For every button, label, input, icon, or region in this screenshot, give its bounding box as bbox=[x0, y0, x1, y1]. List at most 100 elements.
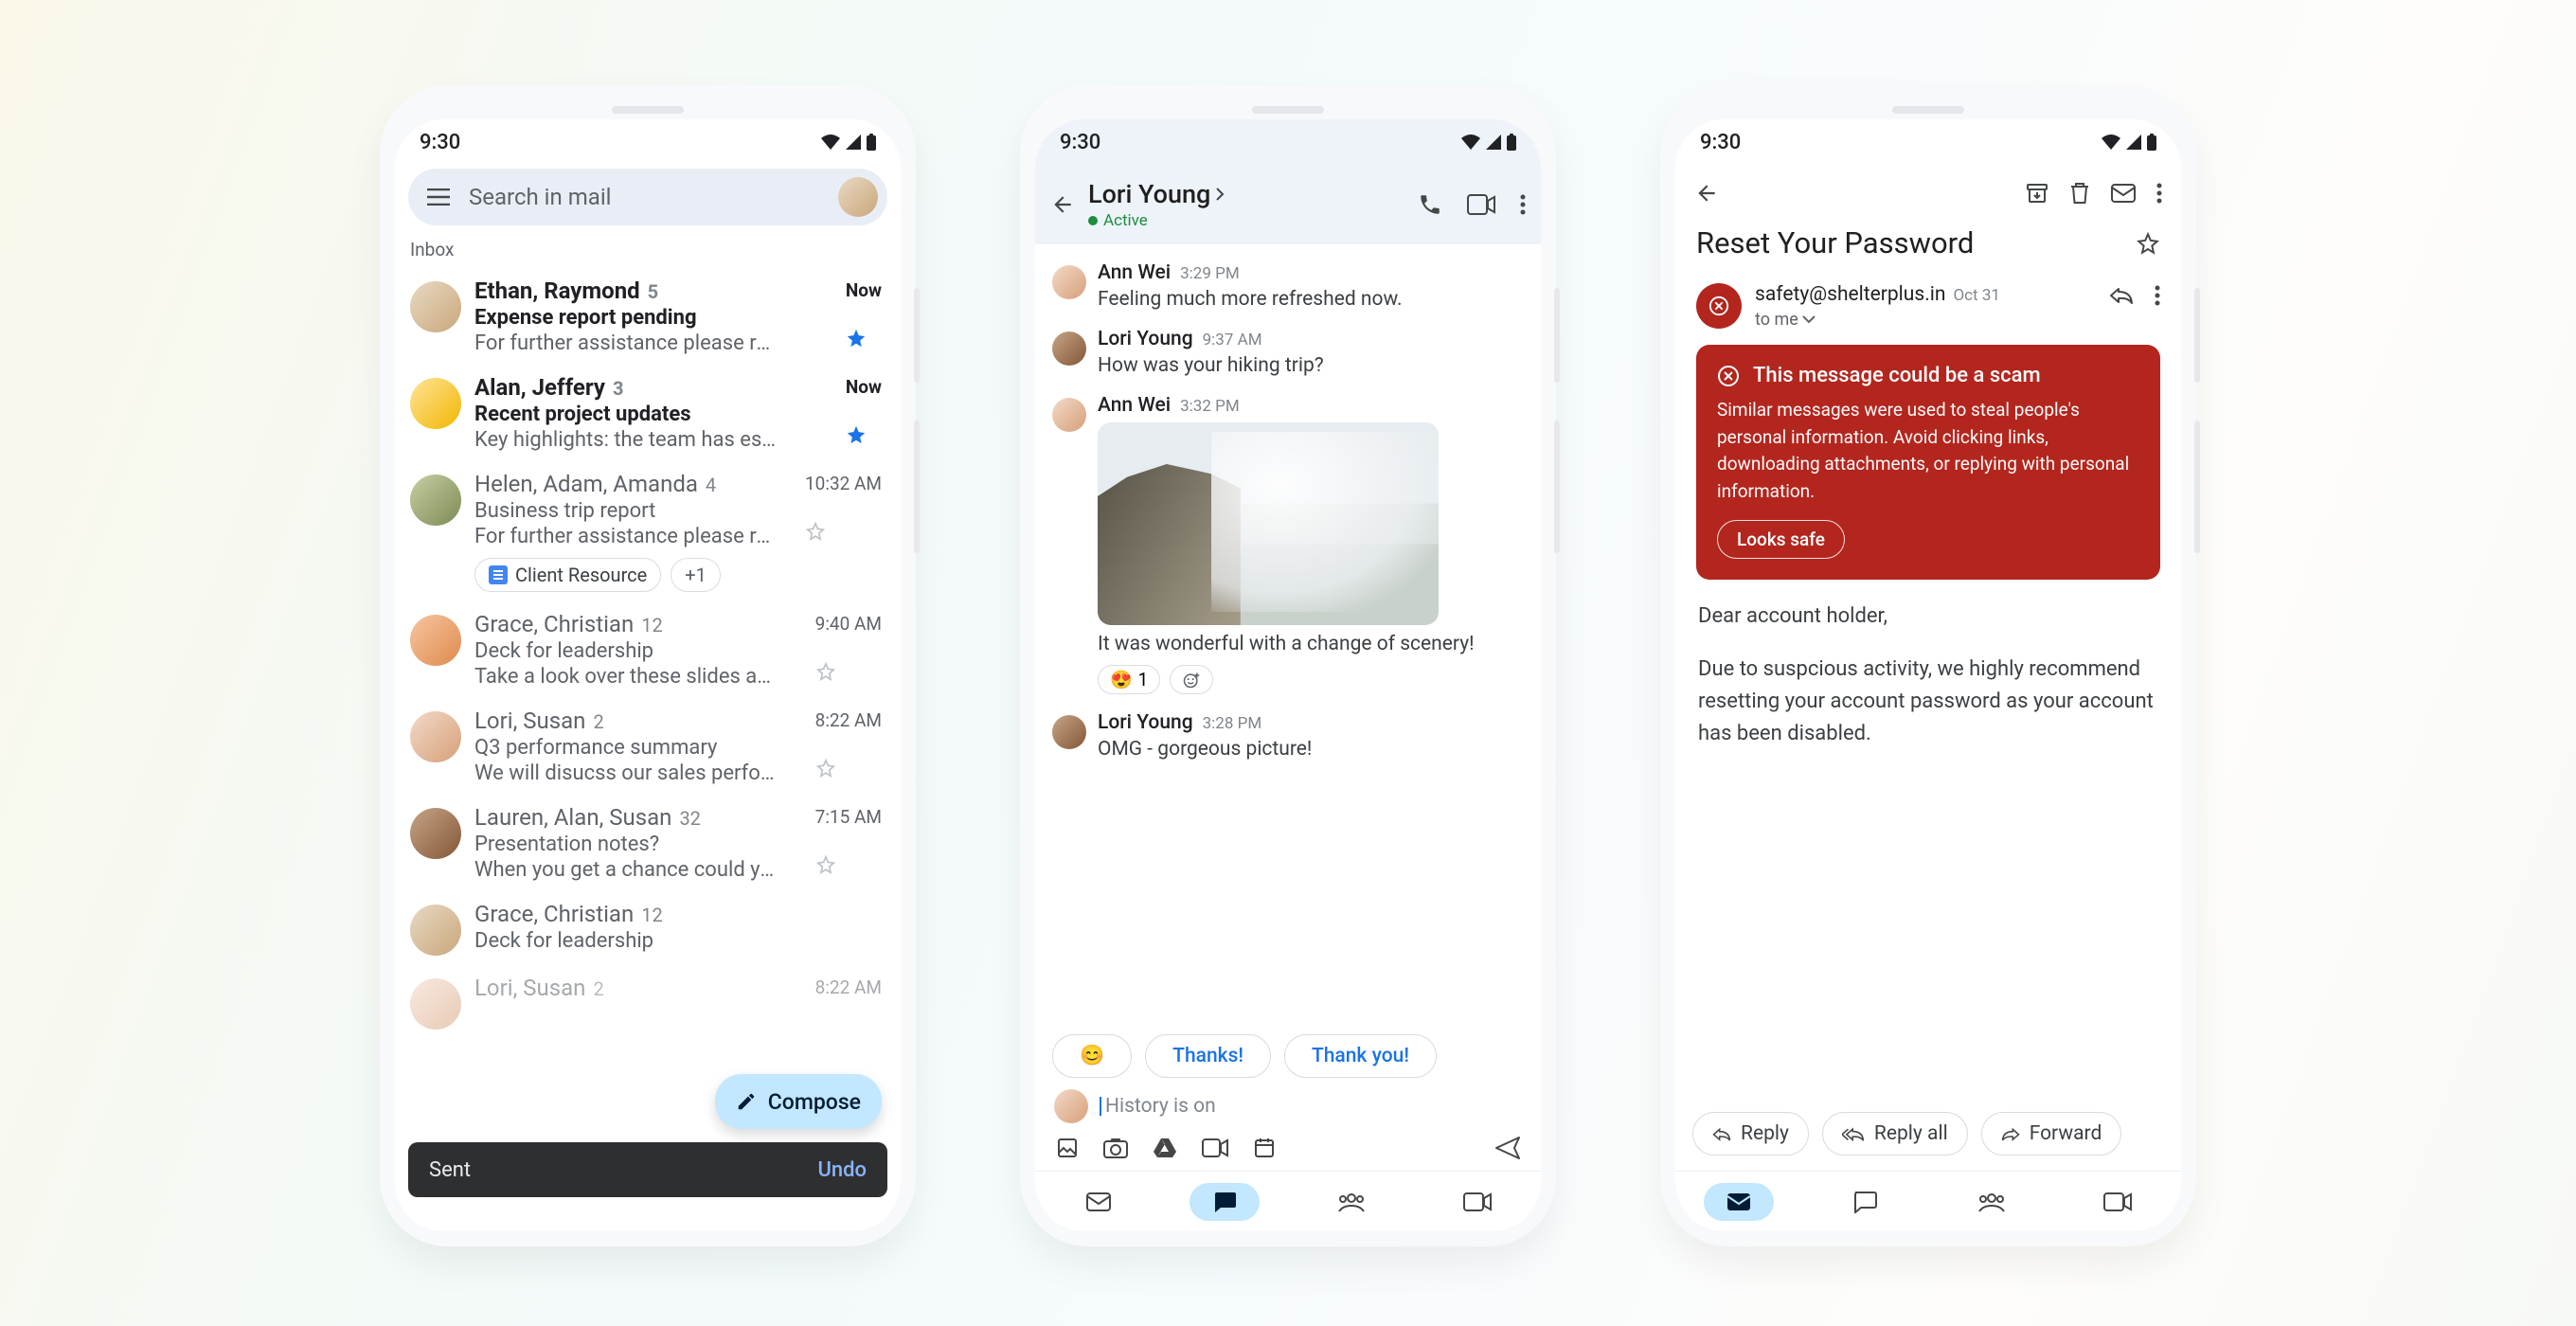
email-row[interactable]: Grace, Christian12 Deck for leadership T… bbox=[395, 601, 901, 698]
snackbar: Sent Undo bbox=[408, 1142, 887, 1197]
phone-inbox: 9:30 Search in mail Inbox Ethan, Raymond… bbox=[380, 85, 916, 1246]
email-row[interactable]: Lauren, Alan, Susan32 Presentation notes… bbox=[395, 795, 901, 891]
nav-chat[interactable] bbox=[1830, 1183, 1900, 1221]
video-icon[interactable] bbox=[1202, 1138, 1228, 1157]
calendar-icon[interactable] bbox=[1253, 1137, 1276, 1159]
snackbar-message: Sent bbox=[429, 1158, 471, 1182]
archive-icon[interactable] bbox=[2026, 182, 2048, 205]
nav-mail[interactable] bbox=[1064, 1183, 1134, 1221]
smart-reply-chip[interactable]: Thanks! bbox=[1145, 1034, 1271, 1078]
search-bar[interactable]: Search in mail bbox=[408, 169, 887, 225]
bottom-nav bbox=[1035, 1171, 1541, 1231]
delete-icon[interactable] bbox=[2069, 181, 2090, 206]
status-time: 9:30 bbox=[1700, 131, 1741, 154]
message-toolbar bbox=[1675, 165, 2181, 222]
nav-meet[interactable] bbox=[2083, 1183, 2153, 1221]
chat-message: Ann Wei3:29 PM Feeling much more refresh… bbox=[1052, 261, 1524, 311]
snackbar-undo-button[interactable]: Undo bbox=[817, 1158, 867, 1182]
add-reaction-button[interactable] bbox=[1170, 665, 1213, 694]
self-avatar bbox=[1054, 1089, 1088, 1123]
email-row[interactable]: Helen, Adam, Amanda4 Business trip repor… bbox=[395, 461, 901, 601]
smart-reply-chip[interactable]: Thank you! bbox=[1284, 1034, 1437, 1078]
email-row[interactable]: Lori, Susan2 Q3 performance summary We w… bbox=[395, 698, 901, 795]
nav-spaces[interactable] bbox=[1957, 1183, 2027, 1221]
nav-meet[interactable] bbox=[1442, 1183, 1512, 1221]
email-list: Ethan, Raymond5 Expense report pending F… bbox=[395, 268, 901, 1231]
contact-avatar bbox=[1052, 398, 1086, 432]
chat-status: Active bbox=[1088, 211, 1410, 230]
report-icon bbox=[1708, 296, 1729, 316]
drive-icon[interactable] bbox=[1153, 1138, 1177, 1158]
status-bar: 9:30 bbox=[395, 119, 901, 165]
status-icons bbox=[821, 134, 876, 151]
more-icon[interactable] bbox=[2155, 285, 2160, 306]
wifi-icon bbox=[1461, 134, 1480, 150]
sender-avatar bbox=[1696, 283, 1742, 329]
sender-address: safety@shelterplus.in bbox=[1755, 283, 1945, 306]
status-icons bbox=[2102, 134, 2156, 151]
reaction-chip[interactable]: 😍1 bbox=[1098, 665, 1160, 694]
reply-all-button[interactable]: Reply all bbox=[1822, 1112, 1968, 1156]
compose-button[interactable]: Compose bbox=[715, 1074, 882, 1129]
nav-mail[interactable] bbox=[1704, 1183, 1774, 1221]
battery-icon bbox=[2147, 134, 2156, 151]
more-icon[interactable] bbox=[2156, 183, 2162, 204]
reply-icon[interactable] bbox=[2109, 285, 2134, 304]
email-row[interactable]: Alan, Jeffery3 Recent project updates Ke… bbox=[395, 365, 901, 461]
nav-chat[interactable] bbox=[1190, 1183, 1260, 1221]
star-icon[interactable] bbox=[815, 758, 882, 779]
inbox-section-label: Inbox bbox=[395, 235, 901, 268]
chat-messages: Ann Wei3:29 PM Feeling much more refresh… bbox=[1035, 244, 1541, 1027]
reply-action-row: Reply Reply all Forward bbox=[1675, 1099, 2181, 1171]
recipient-line[interactable]: to me bbox=[1755, 310, 2096, 330]
mark-unread-icon[interactable] bbox=[2111, 184, 2136, 203]
star-icon[interactable] bbox=[846, 328, 882, 349]
back-icon[interactable] bbox=[1694, 181, 1719, 206]
composer-placeholder: History is on bbox=[1100, 1095, 1522, 1118]
sender-avatar bbox=[410, 808, 461, 859]
status-time: 9:30 bbox=[420, 131, 460, 154]
email-row[interactable]: Lori, Susan2 8:22 AM bbox=[395, 965, 901, 1039]
reply-button[interactable]: Reply bbox=[1692, 1112, 1809, 1156]
looks-safe-button[interactable]: Looks safe bbox=[1717, 520, 1845, 559]
signal-icon bbox=[846, 134, 861, 150]
smart-reply-chip[interactable]: 😊 bbox=[1052, 1034, 1132, 1078]
attach-image-icon[interactable] bbox=[1056, 1137, 1079, 1159]
call-icon[interactable] bbox=[1418, 192, 1442, 217]
attachment-more-chip[interactable]: +1 bbox=[671, 558, 721, 592]
sender-info: safety@shelterplus.in Oct 31 to me bbox=[1675, 266, 2181, 341]
pencil-icon bbox=[736, 1091, 757, 1112]
menu-icon[interactable] bbox=[425, 184, 452, 210]
phone-chat: 9:30 Lori Young Active bbox=[1020, 85, 1556, 1246]
star-icon[interactable] bbox=[2136, 231, 2160, 256]
star-icon[interactable] bbox=[815, 661, 882, 682]
back-icon[interactable] bbox=[1050, 192, 1075, 217]
battery-icon bbox=[867, 134, 876, 151]
composer[interactable]: History is on bbox=[1035, 1084, 1541, 1127]
signal-icon bbox=[2126, 134, 2141, 150]
star-icon[interactable] bbox=[846, 424, 882, 445]
chevron-down-icon bbox=[1802, 315, 1816, 325]
account-avatar[interactable] bbox=[838, 177, 878, 217]
video-call-icon[interactable] bbox=[1467, 194, 1495, 215]
email-row[interactable]: Grace, Christian12 Deck for leadership bbox=[395, 891, 901, 965]
chat-contact-name[interactable]: Lori Young bbox=[1088, 179, 1410, 209]
chat-image[interactable] bbox=[1098, 422, 1439, 625]
more-icon[interactable] bbox=[1520, 194, 1526, 215]
email-date: Oct 31 bbox=[1953, 286, 1999, 305]
star-icon[interactable] bbox=[815, 854, 882, 875]
bottom-nav bbox=[1675, 1171, 2181, 1231]
sender-avatar bbox=[410, 475, 461, 526]
battery-icon bbox=[1507, 134, 1516, 151]
camera-icon[interactable] bbox=[1103, 1138, 1128, 1158]
send-icon[interactable] bbox=[1495, 1137, 1520, 1159]
nav-spaces[interactable] bbox=[1316, 1183, 1386, 1221]
sender-avatar bbox=[410, 711, 461, 762]
attachment-chip[interactable]: Client Resource bbox=[474, 558, 661, 592]
report-icon bbox=[1717, 365, 1740, 387]
email-row[interactable]: Ethan, Raymond5 Expense report pending F… bbox=[395, 268, 901, 365]
sender-avatar bbox=[410, 281, 461, 332]
sender-avatar bbox=[410, 378, 461, 429]
forward-button[interactable]: Forward bbox=[1981, 1112, 2122, 1156]
star-icon[interactable] bbox=[805, 521, 882, 542]
